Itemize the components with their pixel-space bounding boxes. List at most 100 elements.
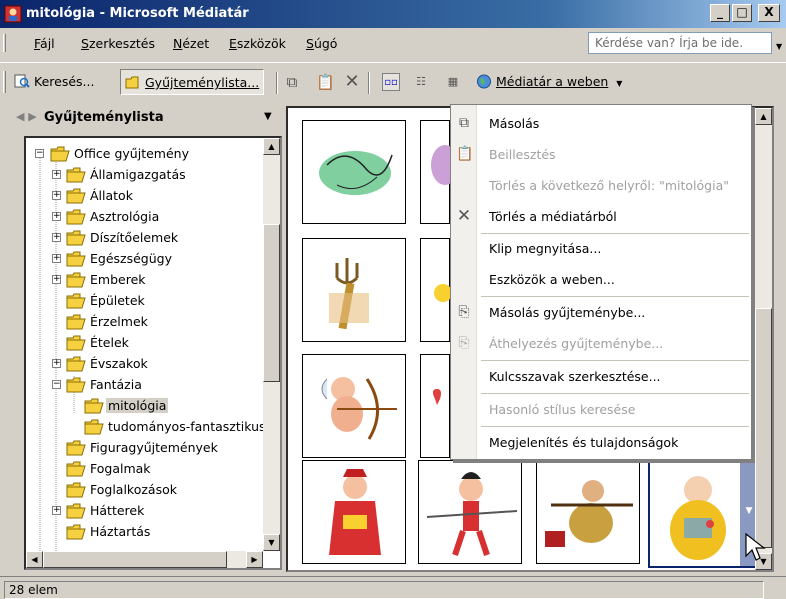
menu-item-copy[interactable]: ⧉ Másolás: [451, 108, 751, 138]
media-gallery-app-icon: [4, 5, 22, 23]
menu-item-preview-properties[interactable]: Megjelenítés és tulajdonságok: [451, 427, 751, 457]
clips-vertical-scrollbar[interactable]: ▲ ▼: [755, 108, 772, 570]
scroll-up-icon[interactable]: ▲: [263, 138, 280, 155]
scroll-right-icon[interactable]: ▶: [246, 551, 263, 568]
search-button[interactable]: Keresés...: [10, 69, 98, 95]
move-to-collection-icon: ⎘: [458, 335, 470, 351]
scroll-down-icon[interactable]: ▼: [263, 534, 280, 551]
pane-header: ◀ ▶ Gyűjteménylista ▼: [8, 106, 284, 130]
help-question-input[interactable]: Kérdése van? Írja be ide.: [588, 32, 772, 54]
clip-thumbnail[interactable]: [420, 238, 451, 342]
tree-item-label: Office gyűjtemény: [74, 146, 189, 161]
clip-thumbnail[interactable]: [302, 120, 406, 224]
menu-item-find-similar-style[interactable]: Hasonló stílus keresése: [451, 394, 751, 424]
folder-icon: [66, 461, 86, 477]
collection-list-label: Gyűjteménylista...: [145, 75, 260, 90]
menu-item-paste[interactable]: 📋 Beillesztés: [451, 139, 751, 169]
copy-icon[interactable]: ⧉: [283, 73, 301, 91]
expand-icon[interactable]: +: [52, 254, 61, 263]
gallery-on-web-dropdown-icon[interactable]: ▼: [616, 79, 622, 88]
menu-item-delete-from-collection[interactable]: Törlés a következő helyről: "mitológia": [451, 170, 751, 200]
tree-item-label: Hátterek: [90, 503, 145, 518]
expand-icon[interactable]: +: [52, 191, 61, 200]
menu-item-delete-from-gallery[interactable]: ✕ Törlés a médiatárból: [451, 201, 751, 231]
list-view-icon[interactable]: ☷: [412, 73, 430, 91]
expand-icon[interactable]: +: [52, 233, 61, 242]
menu-item-edit-keywords[interactable]: Kulcsszavak szerkesztése...: [451, 361, 751, 391]
title-bar: mitológia - Microsoft Médiatár _ □ X: [0, 0, 786, 28]
collapse-icon[interactable]: −: [52, 380, 61, 389]
scroll-up-icon[interactable]: ▲: [755, 108, 772, 125]
clip-thumbnail[interactable]: [302, 460, 406, 564]
menu-item-label: Kulcsszavak szerkesztése...: [489, 369, 661, 384]
close-button[interactable]: X: [758, 4, 780, 22]
collapse-icon[interactable]: −: [35, 149, 44, 158]
toolbar-separator: [276, 72, 278, 94]
pane-title: Gyűjteménylista: [44, 110, 164, 125]
menu-view[interactable]: Nézet: [173, 36, 209, 51]
delete-icon[interactable]: ✕: [343, 73, 361, 91]
folder-icon: [66, 230, 86, 246]
clip-thumbnail[interactable]: [420, 120, 451, 224]
back-forward-icon[interactable]: ◀ ▶: [16, 110, 37, 123]
warrior-clip-image: [426, 472, 518, 556]
expand-icon[interactable]: +: [52, 170, 61, 179]
menu-help[interactable]: Súgó: [306, 36, 337, 51]
tree-horizontal-scrollbar[interactable]: ◀ ▶: [26, 551, 263, 568]
menu-item-label: Áthelyezés gyűjteménybe...: [489, 336, 664, 351]
scroll-left-icon[interactable]: ◀: [26, 551, 43, 568]
gallery-on-web-button[interactable]: Médiatár a weben ▼: [472, 69, 626, 95]
clip-thumbnail[interactable]: [536, 460, 640, 564]
search-icon: [14, 74, 30, 88]
scroll-thumb[interactable]: [755, 308, 772, 548]
thumbnails-view-icon[interactable]: ▫▫: [382, 73, 400, 91]
folder-icon: [66, 251, 86, 267]
collection-tree[interactable]: − Office gyűjtemény + Államigazgatás + Á…: [24, 136, 282, 570]
expand-icon[interactable]: +: [52, 506, 61, 515]
open-folder-icon: [84, 398, 104, 414]
minimize-button[interactable]: _: [710, 4, 730, 22]
expand-icon[interactable]: +: [52, 212, 61, 221]
tree-vertical-scrollbar[interactable]: ▲ ▼: [263, 138, 280, 551]
paste-icon: 📋: [456, 146, 474, 162]
menu-item-open-clip[interactable]: Klip megnyitása...: [451, 233, 751, 263]
clip-thumbnail[interactable]: [418, 460, 522, 564]
menu-item-label: Törlés a következő helyről: "mitológia": [489, 178, 729, 193]
menubar-grip[interactable]: [3, 34, 6, 52]
help-dropdown-icon[interactable]: ▼: [776, 42, 782, 51]
expand-icon[interactable]: +: [52, 359, 61, 368]
menu-item-tools-on-web[interactable]: Eszközök a weben...: [451, 264, 751, 294]
details-view-icon[interactable]: ▦: [444, 73, 462, 91]
clip-thumbnail[interactable]: [302, 354, 406, 458]
status-text: 28 elem: [4, 581, 764, 599]
paste-icon[interactable]: 📋: [316, 73, 335, 91]
menu-edit[interactable]: Szerkesztés: [81, 36, 155, 51]
traveler-clip-image: [545, 480, 633, 547]
scroll-thumb[interactable]: [43, 551, 227, 568]
pane-menu-dropdown-icon[interactable]: ▼: [264, 111, 272, 122]
menu-file[interactable]: Fájl: [34, 36, 55, 51]
menu-item-label: Megjelenítés és tulajdonságok: [489, 435, 679, 450]
status-bar: 28 elem: [0, 576, 786, 599]
chinese-deity-clip-image: [329, 469, 381, 555]
angel-clip-image: [431, 145, 451, 185]
clip-context-menu: ⧉ Másolás 📋 Beillesztés Törlés a követke…: [450, 104, 752, 460]
tree-item-label: Emberek: [90, 272, 146, 287]
clip-thumbnail[interactable]: [302, 238, 406, 342]
maximize-button[interactable]: □: [732, 4, 752, 22]
menu-item-label: Törlés a médiatárból: [489, 209, 617, 224]
expand-icon[interactable]: +: [52, 275, 61, 284]
menu-tools[interactable]: Eszközök: [229, 36, 286, 51]
tree-item-label: Érzelmek: [90, 314, 148, 329]
collection-list-pane: ◀ ▶ Gyűjteménylista ▼ − Office gyűjtemén…: [8, 106, 284, 572]
clip-thumbnail[interactable]: [420, 354, 450, 458]
toolbar-grip[interactable]: [3, 71, 6, 93]
menu-item-copy-to-collection[interactable]: ⎘ Másolás gyűjteménybe...: [451, 297, 751, 327]
window-title: mitológia - Microsoft Médiatár: [26, 6, 249, 21]
mythical-creature-clip-image: [319, 151, 393, 195]
scroll-thumb[interactable]: [263, 224, 280, 382]
tree-item-label: Egészségügy: [90, 251, 172, 266]
folder-icon: [66, 482, 86, 498]
collection-list-button[interactable]: Gyűjteménylista...: [120, 69, 265, 95]
menu-item-move-to-collection[interactable]: ⎘ Áthelyezés gyűjteménybe...: [451, 328, 751, 358]
